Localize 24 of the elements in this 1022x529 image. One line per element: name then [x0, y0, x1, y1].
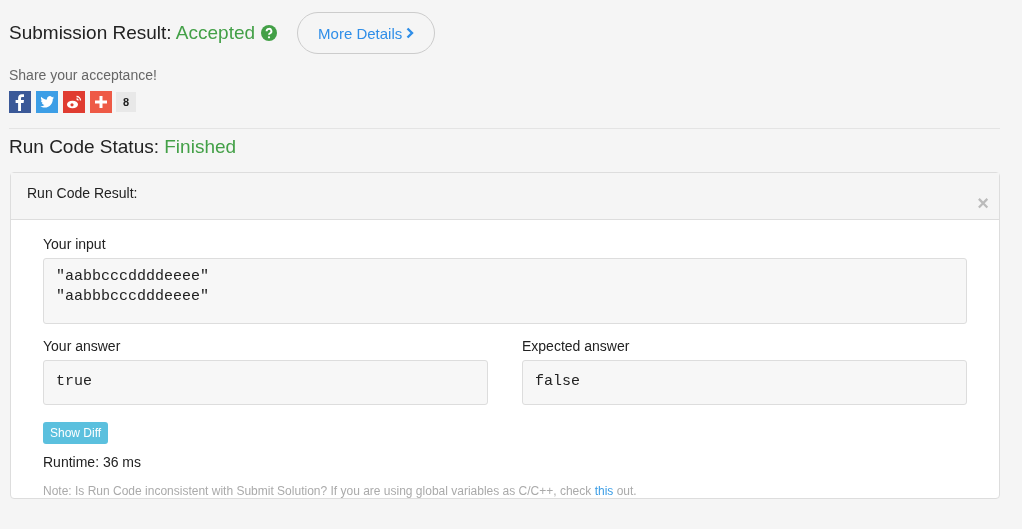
answer-box: true [43, 360, 488, 405]
chevron-right-icon [406, 27, 415, 39]
plus-icon[interactable] [90, 91, 112, 113]
facebook-icon[interactable] [9, 91, 31, 113]
field-label: Expected answer [522, 338, 631, 354]
input-line: "aabbcccddddeeee" [56, 267, 211, 287]
twitter-icon[interactable] [36, 91, 58, 113]
note-link[interactable]: this [594, 484, 614, 498]
help-icon[interactable] [261, 25, 278, 41]
answer-box: false [522, 360, 967, 405]
field-label: Your answer [43, 338, 122, 354]
share-prompt: Share your acceptance! [9, 67, 158, 83]
note-text: Note: Is Run Code inconsistent with Submit Solution? If you are using global variables as C/C++, check this out. [43, 484, 638, 498]
share-count: 8 [116, 92, 137, 112]
runtime-text: Runtime: 36 ms [43, 454, 143, 470]
close-button[interactable]: × [977, 192, 989, 215]
weibo-icon[interactable] [63, 91, 85, 113]
run-code-status-heading: Run Code Status: Finished [9, 136, 238, 158]
more-details-button[interactable]: More Details [297, 12, 436, 54]
show-diff-button[interactable]: Show Diff [43, 422, 109, 444]
panel-title: Run Code Result: [27, 185, 138, 203]
field-label: Your input [43, 236, 107, 252]
input-line: "aabbbcccdddeeee" [56, 287, 211, 307]
submission-result-heading: Submission Result: Accepted [9, 22, 256, 44]
